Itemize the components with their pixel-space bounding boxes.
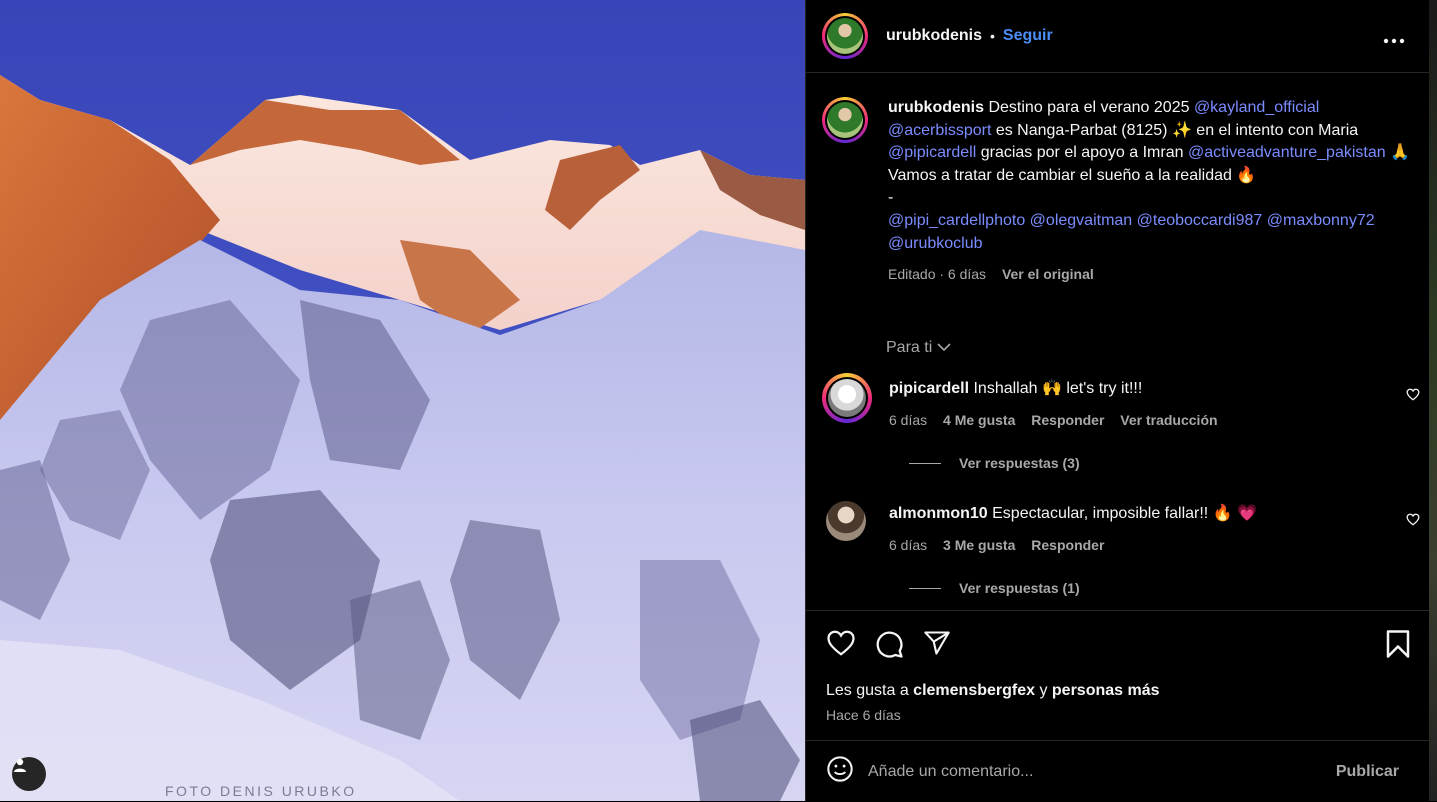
heart-icon (826, 630, 856, 661)
likes-mid: y (1035, 682, 1052, 699)
like-comment-button[interactable] (1406, 513, 1420, 531)
mention-link[interactable]: @pipi_cardellphoto (888, 212, 1025, 229)
comment-item: pipicardell Inshallah 🙌 let's try it!!! … (822, 373, 1422, 483)
mention-link[interactable]: @kayland_official (1194, 99, 1319, 116)
commenter-avatar[interactable] (822, 373, 872, 423)
view-replies-label: Ver respuestas (3) (959, 455, 1080, 471)
caption-text-part: es Nanga-Parbat (8125) ✨ en el intento c… (991, 121, 1359, 139)
view-replies-button[interactable]: Ver respuestas (3) (909, 455, 1080, 471)
likes-prefix: Les gusta a (826, 682, 914, 699)
comment-likes[interactable]: 3 Me gusta (943, 537, 1015, 553)
comment-meta: 6 días 3 Me gusta Responder (889, 537, 1116, 553)
caption-username[interactable]: urubkodenis (888, 99, 984, 116)
photo-watermark: FOTO DENIS URUBKO (165, 783, 357, 799)
mention-link[interactable]: @acerbissport (888, 122, 991, 139)
follow-button[interactable]: Seguir (1003, 27, 1053, 45)
edited-label: Editado · 6 días (888, 266, 987, 283)
caption-text-part: gracias por el apoyo a Imran (976, 144, 1188, 162)
bookmark-icon (1385, 630, 1411, 663)
post-header: urubkodenis • Seguir (806, 0, 1429, 73)
comment-time: 6 días (889, 412, 928, 428)
view-replies-label: Ver respuestas (1) (959, 580, 1080, 596)
likes-user-link[interactable]: clemensbergfex (913, 682, 1035, 699)
more-options-button[interactable] (1383, 24, 1405, 50)
mention-link[interactable]: @maxbonny72 (1267, 212, 1375, 229)
comment-username[interactable]: pipicardell (889, 380, 969, 397)
post-caption: urubkodenis Destino para el verano 2025 … (822, 97, 1412, 286)
caption-dash: - (888, 189, 894, 207)
comment-body: Espectacular, imposible fallar!! 🔥 💗 (987, 505, 1257, 522)
post-side-panel: urubkodenis • Seguir urubkodenis Destino… (805, 0, 1429, 801)
caption-meta: Editado · 6 días Ver el original (888, 263, 1412, 286)
author-username[interactable]: urubkodenis (886, 27, 982, 45)
mention-link[interactable]: @pipicardell (888, 144, 976, 161)
share-button[interactable] (922, 629, 952, 664)
commenter-avatar[interactable] (826, 501, 866, 541)
comment-input[interactable]: Añade un comentario... (868, 763, 1336, 781)
caption-avatar[interactable] (822, 97, 868, 143)
comment-time: 6 días (889, 537, 928, 553)
comment-button[interactable] (874, 629, 904, 664)
background-edge (1428, 0, 1437, 801)
comment-filter-label: Para ti (886, 339, 933, 356)
comment-text: almonmon10 Espectacular, imposible falla… (889, 503, 1369, 525)
caption-text: urubkodenis Destino para el verano 2025 … (888, 97, 1412, 286)
mountain-illustration (0, 0, 805, 801)
comment-body: Inshallah 🙌 let's try it!!! (969, 380, 1143, 397)
reply-button[interactable]: Responder (1031, 537, 1104, 553)
comment-filter-dropdown[interactable]: Para ti (886, 339, 951, 357)
author-avatar[interactable] (822, 13, 868, 59)
likes-others-link[interactable]: personas más (1052, 682, 1160, 699)
mention-link[interactable]: @activeadvanture_pakistan (1188, 144, 1386, 161)
translate-button[interactable]: Ver traducción (1120, 412, 1217, 428)
reply-button[interactable]: Responder (1031, 412, 1104, 428)
emoji-button[interactable] (826, 755, 854, 788)
see-original-link[interactable]: Ver el original (1002, 266, 1094, 282)
user-tag-button[interactable] (12, 757, 46, 791)
comment-item: almonmon10 Espectacular, imposible falla… (822, 498, 1422, 608)
comment-username[interactable]: almonmon10 (889, 505, 988, 522)
post-photo[interactable]: FOTO DENIS URUBKO (0, 0, 805, 801)
add-comment-bar: Añade un comentario... Publicar (806, 740, 1429, 802)
post-actions: Les gusta a clemensbergfex y personas má… (806, 610, 1429, 741)
mention-link[interactable]: @teoboccardi987 (1137, 212, 1263, 229)
emoji-icon (826, 756, 854, 787)
heart-icon (1406, 513, 1420, 530)
save-button[interactable] (1385, 629, 1411, 664)
comment-icon (874, 631, 904, 663)
like-comment-button[interactable] (1406, 388, 1420, 406)
publish-button[interactable]: Publicar (1336, 763, 1399, 781)
more-icon (1383, 24, 1405, 49)
share-icon (922, 631, 952, 661)
caption-text-part: Destino para el verano 2025 (984, 99, 1194, 116)
likes-summary: Les gusta a clemensbergfex y personas má… (826, 682, 1160, 700)
like-button[interactable] (826, 629, 856, 664)
post-time: Hace 6 días (826, 707, 901, 723)
mention-link[interactable]: @urubkoclub (888, 235, 983, 252)
comment-text: pipicardell Inshallah 🙌 let's try it!!! (889, 378, 1369, 400)
heart-icon (1406, 388, 1420, 405)
view-replies-button[interactable]: Ver respuestas (1) (909, 580, 1080, 596)
comment-meta: 6 días 4 Me gusta Responder Ver traducci… (889, 412, 1230, 428)
chevron-down-icon (937, 339, 951, 356)
comment-likes[interactable]: 4 Me gusta (943, 412, 1015, 428)
header-separator: • (990, 28, 995, 44)
mention-link[interactable]: @olegvaitman (1030, 212, 1133, 229)
